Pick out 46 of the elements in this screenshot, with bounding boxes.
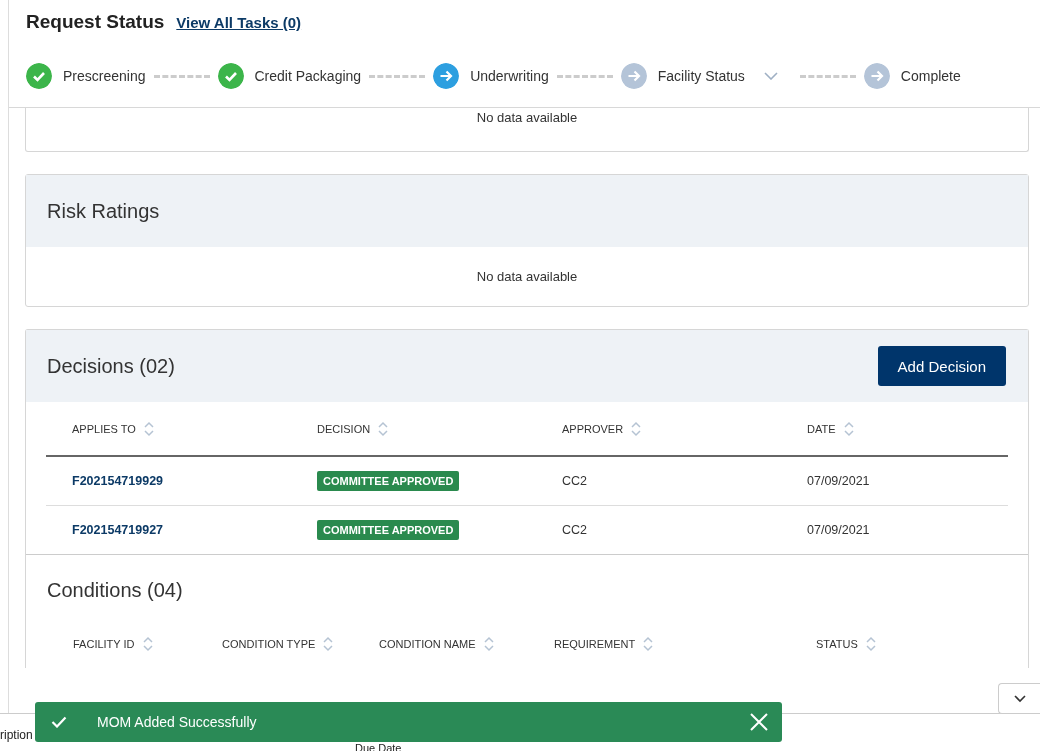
step-label: Facility Status <box>657 68 745 84</box>
section-title: Risk Ratings <box>47 199 160 223</box>
status-badge: COMMITTEE APPROVED <box>317 471 460 491</box>
step-label: Credit Packaging <box>254 68 362 84</box>
empty-message: No data available <box>475 109 579 127</box>
field-label: ription <box>0 728 33 742</box>
scroll-down-button[interactable] <box>998 683 1040 714</box>
column-header: APPROVER <box>562 422 624 435</box>
column-header: FACILITY ID <box>73 638 135 650</box>
sort-icon[interactable] <box>142 636 153 652</box>
add-decision-button[interactable]: Add Decision <box>877 346 1006 386</box>
table-cell: CC2 <box>562 523 587 537</box>
toast-message: MOM Added Successfully <box>97 714 258 730</box>
check-icon <box>51 716 67 728</box>
sort-icon[interactable] <box>865 636 876 652</box>
page-title: Request Status <box>26 11 165 33</box>
column-header: REQUIREMENT <box>554 638 636 650</box>
column-header: DECISION <box>317 422 371 435</box>
view-all-tasks-link[interactable]: View All Tasks (0) <box>176 14 302 31</box>
step-label: Prescreening <box>63 68 146 84</box>
sort-icon[interactable] <box>643 636 654 652</box>
step-label: Complete <box>900 68 961 84</box>
sort-icon[interactable] <box>378 420 389 437</box>
close-icon[interactable] <box>750 713 768 731</box>
sort-icon[interactable] <box>631 420 642 437</box>
column-header: CONDITION NAME <box>379 638 476 650</box>
table-cell: 07/09/2021 <box>807 474 870 488</box>
step-label: Underwriting <box>470 68 549 84</box>
column-header: APPLIES TO <box>72 422 136 435</box>
sort-icon[interactable] <box>143 420 154 437</box>
column-header: DATE <box>807 422 836 435</box>
column-header: CONDITION TYPE <box>222 638 316 650</box>
section-title: Decisions (02) <box>47 354 175 378</box>
table-cell: CC2 <box>562 474 587 488</box>
column-header: STATUS <box>816 638 858 650</box>
facility-id-link[interactable]: F202154719927 <box>72 523 164 537</box>
section-title: Conditions (04) <box>47 579 184 602</box>
chevron-down-icon[interactable] <box>763 72 778 80</box>
facility-id-link[interactable]: F202154719929 <box>72 474 164 488</box>
sort-icon[interactable] <box>323 636 334 652</box>
empty-message: No data available <box>475 268 579 286</box>
sort-icon[interactable] <box>483 636 494 652</box>
status-badge: COMMITTEE APPROVED <box>317 520 460 540</box>
sort-icon[interactable] <box>843 420 854 437</box>
chevron-down-icon <box>1013 694 1026 703</box>
table-cell: 07/09/2021 <box>807 523 870 537</box>
